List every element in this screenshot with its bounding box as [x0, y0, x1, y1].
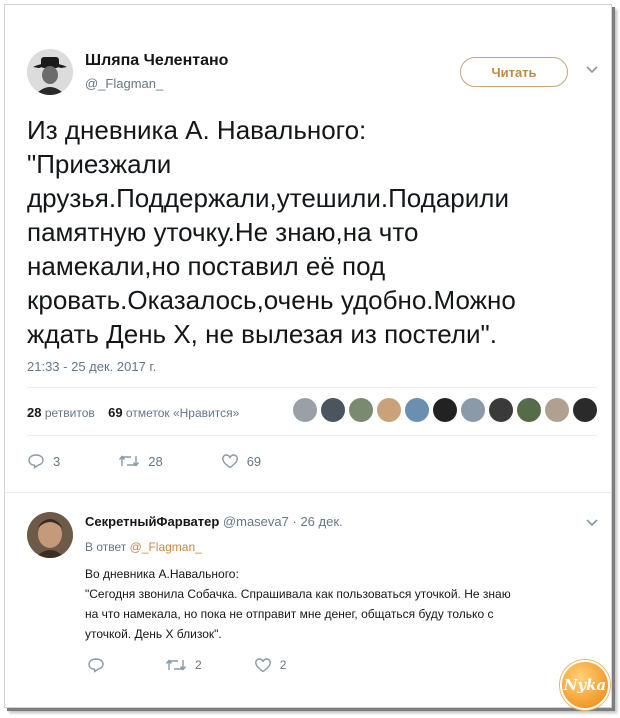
author-handle[interactable]: @_Flagman_: [85, 76, 163, 91]
liker-avatar[interactable]: [293, 398, 317, 422]
liker-avatar[interactable]: [433, 398, 457, 422]
watermark-logo: Nyka: [560, 660, 610, 710]
liker-avatar[interactable]: [349, 398, 373, 422]
tweet-text-line: намекали,но поставил её под: [27, 251, 386, 281]
reply-author-name[interactable]: СекретныйФарватер: [85, 514, 219, 529]
reply-icon: [88, 658, 104, 673]
follow-button[interactable]: Читать: [460, 57, 568, 87]
divider: [27, 435, 597, 436]
in-reply-handle[interactable]: @_Flagman_: [130, 540, 202, 554]
reply-author-avatar[interactable]: [27, 512, 73, 558]
retweet-icon: [119, 455, 140, 467]
reply-text-line: на что намекала, но пока не отправит мне…: [85, 607, 494, 621]
reply-date[interactable]: · 26 дек.: [293, 514, 343, 529]
retweet-action[interactable]: 2: [165, 657, 202, 673]
reply-author-handle[interactable]: @maseva7: [223, 514, 289, 529]
liker-avatar[interactable]: [573, 398, 597, 422]
liker-avatar[interactable]: [405, 398, 429, 422]
author-name[interactable]: Шляпа Челентано: [85, 52, 228, 70]
reply-header: СекретныйФарватер @maseva7 · 26 дек.: [85, 514, 343, 529]
divider: [27, 387, 597, 388]
tweet-card: Шляпа Челентано @_Flagman_ Читать Из дне…: [4, 4, 612, 710]
liker-avatar[interactable]: [545, 398, 569, 422]
like-count: 69: [246, 453, 262, 469]
tweet-actions: 3 28 69: [27, 453, 319, 469]
like-action[interactable]: 2: [254, 657, 287, 673]
heart-icon: [221, 454, 238, 469]
tweet-text-line: ждать День Х, не вылезая из постели".: [27, 319, 497, 349]
like-action[interactable]: 69: [221, 453, 261, 469]
divider: [5, 492, 611, 493]
retweets-label[interactable]: ретвитов: [45, 406, 95, 420]
reply-icon: [28, 454, 44, 469]
tweet-text: Из дневника А. Навального: "Приезжали др…: [27, 113, 597, 351]
reply-text: Во дневника А.Навального: "Сегодня звони…: [85, 564, 595, 644]
reply-text-line: уточкой. День Х близок".: [85, 627, 222, 641]
tweet-text-line: памятную уточку.Не знаю,на что: [27, 217, 419, 247]
reply-text-line: Во дневника А.Навального:: [85, 567, 239, 581]
liker-avatar[interactable]: [377, 398, 401, 422]
tweet-timestamp[interactable]: 21:33 - 25 дек. 2017 г.: [27, 359, 156, 374]
retweets-count[interactable]: 28: [27, 405, 41, 420]
author-avatar[interactable]: [27, 49, 73, 95]
in-reply-prefix: В ответ: [85, 540, 127, 554]
chevron-down-icon[interactable]: [584, 62, 600, 78]
liker-avatar[interactable]: [321, 398, 345, 422]
liker-avatar[interactable]: [489, 398, 513, 422]
reply-count: 3: [53, 453, 61, 469]
tweet-text-line: "Приезжали: [27, 149, 172, 179]
reply-text-line: "Сегодня звонила Собачка. Спрашивала как…: [85, 587, 511, 601]
likes-count[interactable]: 69: [108, 405, 122, 420]
tweet-text-line: кровать.Оказалось,очень удобно.Можно: [27, 285, 516, 315]
tweet-text-line: друзья.Поддержали,утешили.Подарили: [27, 183, 509, 213]
like-count: 2: [279, 658, 287, 672]
tweet-stats: 28 ретвитов 69 отметок «Нравится»: [27, 405, 239, 420]
heart-icon: [254, 658, 271, 673]
retweet-count: 2: [195, 658, 202, 672]
likers-avatars: [293, 398, 597, 422]
reply-actions: 2 2: [87, 657, 338, 673]
likes-label[interactable]: отметок «Нравится»: [126, 406, 239, 420]
tweet-text-line: Из дневника А. Навального:: [27, 115, 367, 145]
in-reply-to: В ответ @_Flagman_: [85, 540, 202, 554]
chevron-down-icon[interactable]: [584, 515, 600, 531]
liker-avatar[interactable]: [461, 398, 485, 422]
reply-action[interactable]: [87, 657, 113, 673]
reply-action[interactable]: 3: [27, 453, 60, 469]
retweet-action[interactable]: 28: [118, 453, 163, 469]
retweet-count: 28: [148, 453, 163, 469]
retweet-icon: [165, 659, 187, 671]
liker-avatar[interactable]: [517, 398, 541, 422]
